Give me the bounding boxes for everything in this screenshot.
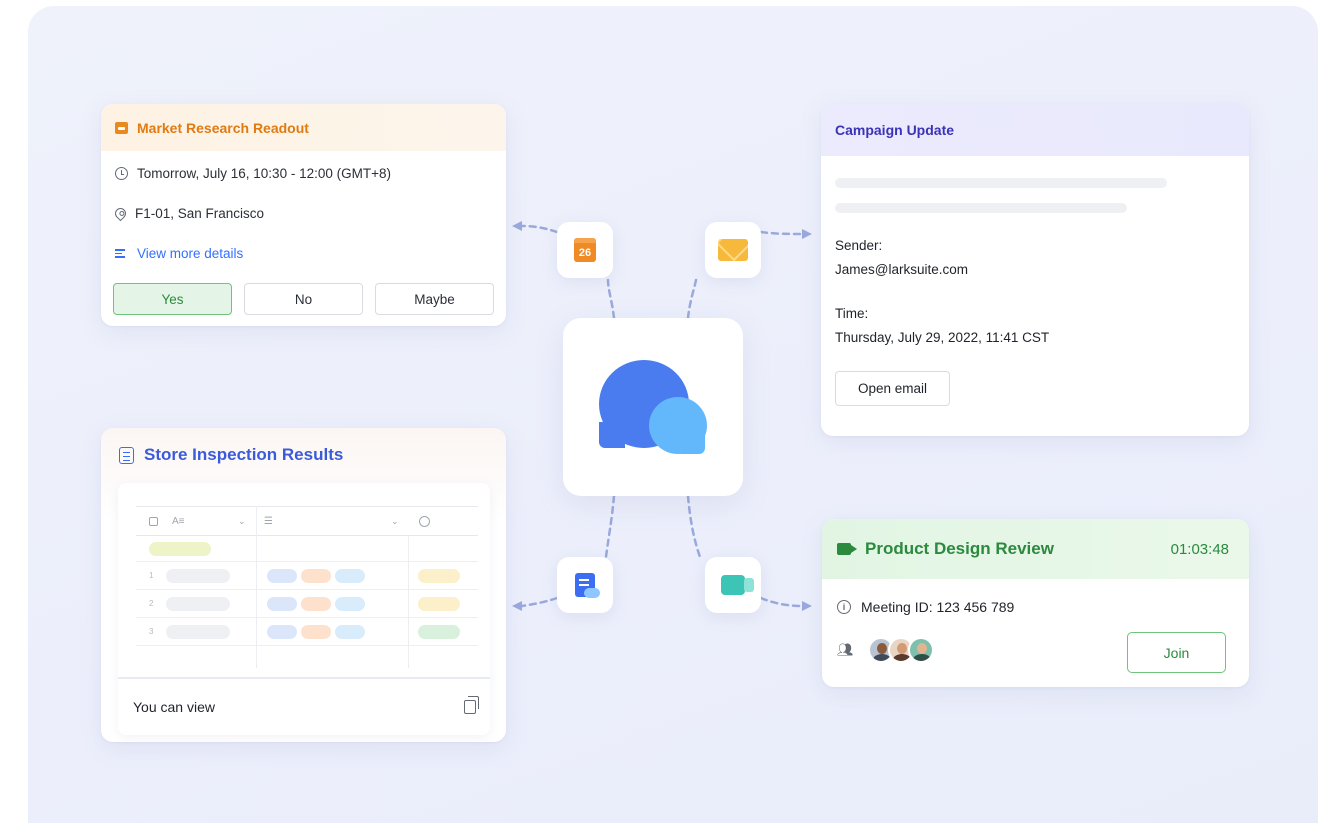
sheet-footer: You can view (118, 677, 490, 735)
group-row (136, 536, 478, 562)
sheet-title: Store Inspection Results (144, 445, 344, 464)
row-number: 3 (149, 627, 154, 636)
rsvp-maybe-button[interactable]: Maybe (375, 283, 494, 315)
row-number: 2 (149, 599, 154, 608)
tag-orange (301, 569, 331, 583)
text-field-icon: A≡ (172, 515, 185, 527)
email-preview-line (835, 178, 1167, 188)
video-meeting-title: Product Design Review (865, 539, 1054, 558)
email-card: Campaign Update Sender: James@larksuite.… (821, 104, 1249, 436)
tag-cyan (335, 597, 365, 611)
meeting-invite-card: Market Research Readout Tomorrow, July 1… (101, 104, 506, 326)
chat-hub (563, 318, 743, 496)
video-app-tile[interactable] (705, 557, 761, 613)
table-row[interactable]: 2 (136, 590, 478, 618)
status-field-icon (419, 515, 430, 527)
email-time: Thursday, July 29, 2022, 11:41 CST (835, 330, 1050, 345)
time-label: Time: (835, 306, 869, 321)
sheet-card-header: Store Inspection Results (119, 445, 343, 465)
table-row[interactable]: 1 (136, 562, 478, 590)
open-email-button[interactable]: Open email (835, 371, 950, 406)
cell-placeholder (166, 597, 230, 611)
meeting-location-row: F1-01, San Francisco (101, 205, 265, 222)
participants-row: 👥︎ (837, 637, 934, 663)
docs-icon (575, 573, 600, 598)
copy-icon[interactable] (464, 696, 479, 714)
rsvp-no-button[interactable]: No (244, 283, 363, 315)
meeting-time-row: Tomorrow, July 16, 10:30 - 12:00 (GMT+8) (101, 166, 391, 181)
info-icon: i (837, 600, 851, 614)
meeting-id-row: i Meeting ID: 123 456 789 (837, 599, 1014, 615)
video-card-header: Product Design Review 01:03:48 (822, 519, 1249, 579)
calendar-app-tile[interactable]: 26 (557, 222, 613, 278)
table-row[interactable]: 3 (136, 618, 478, 646)
meeting-card-header: Market Research Readout (101, 104, 506, 151)
multi-select-field-icon: ☰ (264, 515, 273, 527)
meeting-id: Meeting ID: 123 456 789 (861, 599, 1015, 615)
rsvp-buttons: Yes No Maybe (113, 283, 494, 315)
cell-placeholder (166, 569, 230, 583)
chevron-down-icon: ⌄ (391, 515, 399, 526)
rsvp-yes-button[interactable]: Yes (113, 283, 232, 315)
sender-label: Sender: (835, 238, 883, 253)
status-tag (418, 625, 460, 639)
calendar-icon: 26 (574, 238, 596, 262)
meeting-location: F1-01, San Francisco (135, 206, 265, 221)
view-details-link[interactable]: View more details (101, 246, 243, 261)
tag-blue (267, 569, 297, 583)
join-button[interactable]: Join (1127, 632, 1226, 673)
group-tag (149, 542, 211, 556)
video-camera-icon (837, 543, 857, 555)
tag-blue (267, 597, 297, 611)
chevron-down-icon: ⌄ (238, 515, 246, 526)
status-tag (418, 597, 460, 611)
meeting-time: Tomorrow, July 16, 10:30 - 12:00 (GMT+8) (137, 166, 391, 181)
tag-orange (301, 597, 331, 611)
sheet-grid: A≡ ⌄ ☰ ⌄ 1 2 3 (136, 506, 478, 668)
avatar (907, 637, 934, 663)
view-details-label: View more details (137, 246, 244, 261)
status-tag (418, 569, 460, 583)
video-icon (721, 575, 754, 595)
email-subject: Campaign Update (835, 122, 955, 138)
location-pin-icon (112, 205, 129, 222)
sheet-doc-icon (119, 446, 134, 464)
calendar-icon (115, 121, 128, 134)
cell-placeholder (166, 625, 230, 639)
tag-cyan (335, 625, 365, 639)
sender-address: James@larksuite.com (835, 262, 968, 277)
email-card-header: Campaign Update (821, 104, 1249, 156)
mail-app-tile[interactable] (705, 222, 761, 278)
meeting-title: Market Research Readout (137, 119, 309, 136)
docs-app-tile[interactable] (557, 557, 613, 613)
meeting-duration: 01:03:48 (1170, 540, 1229, 558)
tag-orange (301, 625, 331, 639)
tag-cyan (335, 569, 365, 583)
email-preview-line (835, 203, 1127, 213)
clock-icon (115, 167, 128, 180)
video-meeting-card: Product Design Review 01:03:48 i Meeting… (822, 519, 1249, 687)
sheet-preview-card: Store Inspection Results A≡ ⌄ ☰ ⌄ 1 2 3 … (101, 428, 506, 742)
select-all-checkbox[interactable] (149, 516, 158, 526)
row-number: 1 (149, 571, 154, 580)
tag-blue (267, 625, 297, 639)
chat-bubble-secondary (649, 397, 707, 454)
sheet-preview[interactable]: A≡ ⌄ ☰ ⌄ 1 2 3 You can view (118, 483, 490, 735)
list-icon (115, 247, 128, 260)
permission-text: You can view (133, 699, 215, 715)
sheet-header-row: A≡ ⌄ ☰ ⌄ (136, 506, 478, 536)
mail-icon (718, 239, 748, 261)
calendar-day: 26 (578, 247, 592, 259)
participants-icon: 👥︎ (837, 642, 854, 657)
